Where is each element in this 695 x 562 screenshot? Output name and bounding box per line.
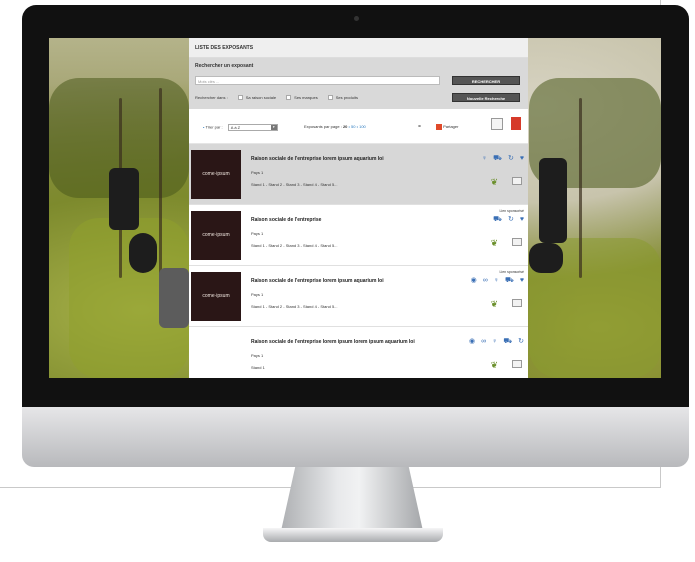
heart-icon[interactable]: ♥ [520,216,524,223]
company-logo: come·ipsum [191,150,241,199]
vine-post [159,88,162,288]
view-toggle-icon[interactable]: ⚭ [417,123,422,130]
lightbulb-icon[interactable]: ♀ [482,155,487,162]
share-label[interactable]: Partager [443,124,458,129]
search-input[interactable]: Mots clés ... [195,76,440,85]
chevron-down-icon[interactable]: ▼ [270,125,277,130]
search-section: Rechercher un exposant Mots clés ... REC… [189,58,528,109]
filter-products[interactable]: Ses produits [327,95,358,101]
share-control[interactable]: Partager [436,124,458,130]
share-icon[interactable] [436,124,442,130]
monitor-chin [22,407,689,467]
search-button[interactable]: RECHERCHER [452,76,520,85]
sensor-pole [159,268,189,328]
sensor-device [539,158,567,243]
row-actions: ⛟ ↻ ♥ [493,216,524,223]
row-actions-secondary: ❦ [490,360,522,371]
refresh-icon[interactable]: ↻ [518,338,524,345]
search-filters: Rechercher dans : Sa raison sociale Ses … [195,95,358,101]
envelope-icon[interactable] [512,238,522,246]
row-actions-secondary: ❦ [490,299,522,310]
lightbulb-icon[interactable]: ♀ [494,277,499,284]
envelope-icon[interactable] [512,177,522,185]
leaf-icon[interactable]: ❦ [490,177,498,188]
sort-control: • Trier par : A à Z ▼ [203,124,278,131]
per-page-current[interactable]: 20 [343,124,347,129]
list-item[interactable]: come·ipsum Lien sponsorisé Raison social… [189,266,528,327]
sort-label: Trier par : [205,124,223,130]
checkbox[interactable] [327,95,333,101]
vine-post [579,98,582,278]
refresh-icon[interactable]: ↻ [508,155,514,162]
company-stands: Stand 1 [251,365,265,370]
envelope-icon[interactable] [512,360,522,368]
filter-label: Rechercher dans : [195,95,228,101]
link-icon[interactable]: ∞ [483,277,488,284]
checkbox[interactable] [286,95,292,101]
link-icon[interactable]: ∞ [481,338,486,345]
camera-icon [354,16,359,21]
company-name[interactable]: Raison sociale de l'entreprise [251,217,321,223]
sponsor-label: Lien sponsorisé [499,270,524,274]
company-stands: Stand 1 - Stand 2 - Stand 3 - Stand 4 - … [251,304,338,309]
envelope-icon[interactable] [512,299,522,307]
company-country: Pays 1 [251,170,264,175]
exhibitor-panel: LISTE DES EXPOSANTS Rechercher un exposa… [189,38,528,378]
row-actions-secondary: ❦ [490,238,522,249]
row-actions: ♀ ⛟ ↻ ♥ [482,155,524,162]
screen-content: LISTE DES EXPOSANTS Rechercher un exposa… [49,38,661,378]
cart-icon[interactable]: ⛟ [493,216,502,223]
monitor-stand [281,467,423,531]
cart-icon[interactable]: ⛟ [493,155,502,162]
per-page-options[interactable]: • 50 • 100 [349,124,366,129]
company-name[interactable]: Raison sociale de l'entreprise lorem ips… [251,278,384,284]
filter-brands[interactable]: Ses marques [286,95,318,101]
pdf-icon[interactable] [511,117,521,130]
heart-icon[interactable]: ♥ [520,155,524,162]
company-name[interactable]: Raison sociale de l'entreprise lorem ips… [251,339,415,345]
search-label: Rechercher un exposant [195,63,254,69]
row-actions: ◉ ∞ ♀ ⛟ ↻ [469,338,524,345]
heart-icon[interactable]: ♥ [520,277,524,284]
sort-select[interactable]: A à Z ▼ [227,124,278,131]
cart-icon[interactable]: ⛟ [503,338,512,345]
company-stands: Stand 1 - Stand 2 - Stand 3 - Stand 4 - … [251,243,338,248]
per-page-label: Exposants par page : [304,124,342,129]
filter-company[interactable]: Sa raison sociale [237,95,276,101]
page-title: LISTE DES EXPOSANTS [189,38,528,58]
checkbox[interactable] [237,95,243,101]
company-country: Pays 1 [251,353,264,358]
print-icon[interactable] [491,118,503,130]
monitor-base [263,528,443,542]
list-item[interactable]: come·ipsum Raison sociale de l'entrepris… [189,144,528,205]
sponsor-label: Lien sponsorisé [499,209,524,213]
sensor-device [109,168,139,230]
sensor-device [529,243,563,273]
company-name[interactable]: Raison sociale de l'entreprise lorem ips… [251,156,384,162]
company-country: Pays 1 [251,292,264,297]
list-item[interactable]: come·ipsum Lien sponsorisé Raison social… [189,205,528,266]
refresh-icon[interactable]: ↻ [508,216,514,223]
per-page-control: Exposants par page : 20 • 50 • 100 [304,124,366,129]
row-actions-secondary: ❦ [490,177,522,188]
company-country: Pays 1 [251,231,264,236]
list-toolbar: • Trier par : A à Z ▼ Exposants par page … [189,109,528,144]
leaf-icon[interactable]: ❦ [490,360,498,371]
company-logo [191,333,241,378]
company-logo: come·ipsum [191,272,241,321]
sensor-device [129,233,157,273]
leaf-icon[interactable]: ❦ [490,299,498,310]
row-actions: ◉ ∞ ♀ ⛟ ♥ [471,277,524,284]
eye-icon[interactable]: ◉ [471,277,477,284]
eye-icon[interactable]: ◉ [469,338,475,345]
company-stands: Stand 1 - Stand 2 - Stand 3 - Stand 4 - … [251,182,338,187]
leaf-icon[interactable]: ❦ [490,238,498,249]
cart-icon[interactable]: ⛟ [505,277,514,284]
lightbulb-icon[interactable]: ♀ [492,338,497,345]
company-logo: come·ipsum [191,211,241,260]
list-item[interactable]: Raison sociale de l'entreprise lorem ips… [189,327,528,378]
new-search-button[interactable]: Nouvelle Recherche [452,93,520,102]
